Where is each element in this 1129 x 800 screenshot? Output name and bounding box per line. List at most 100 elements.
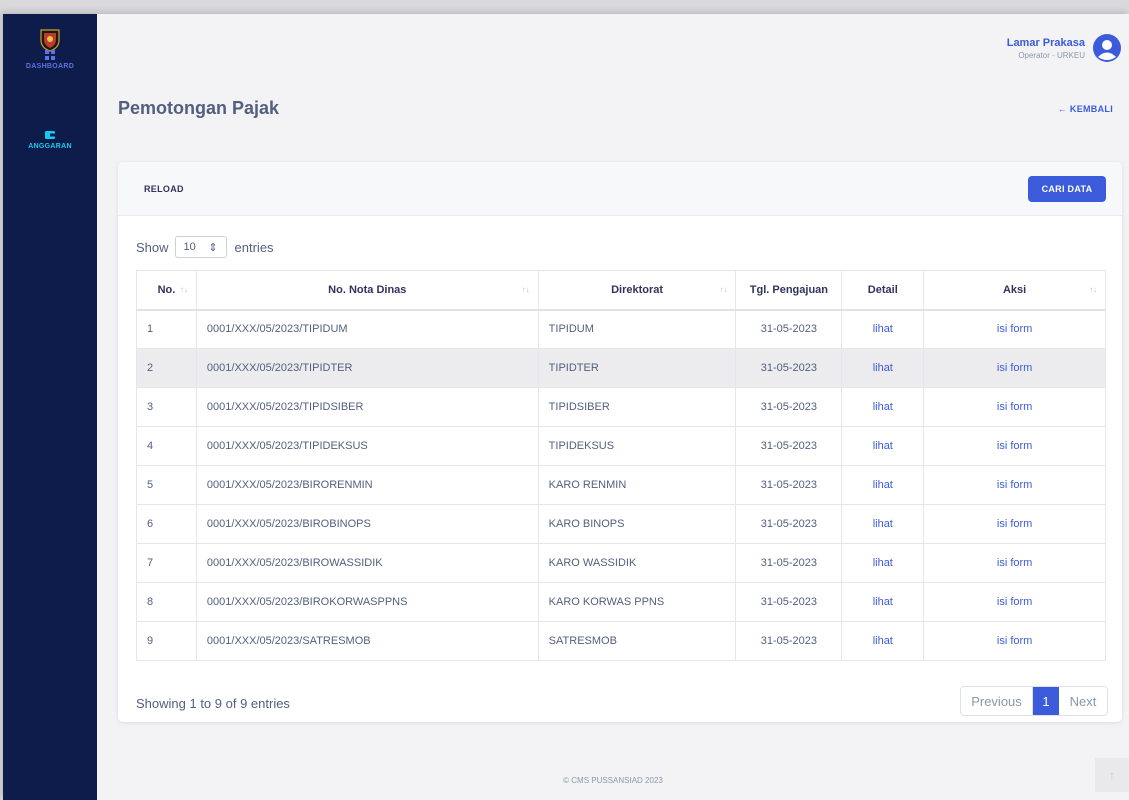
table-row: 8 0001/XXX/05/2023/BIROKORWASPPNS KARO K… [136, 582, 1106, 622]
cell-tgl-pengajuan: 31-05-2023 [735, 582, 843, 622]
detail-link[interactable]: lihat [841, 504, 925, 544]
next-page-button[interactable]: Next [1059, 687, 1107, 715]
pagination: Previous 1 Next [960, 686, 1108, 716]
cell-tgl-pengajuan: 31-05-2023 [735, 504, 843, 544]
sort-icon: ↑↓ [719, 285, 728, 294]
cell-no: 4 [136, 426, 197, 466]
cell-nota-dinas: 0001/XXX/05/2023/BIRORENMIN [195, 465, 539, 505]
cell-no: 5 [136, 465, 197, 505]
detail-link[interactable]: lihat [841, 348, 925, 388]
table-header-row: No. ↑↓ No. Nota Dinas ↑↓ Direktorat ↑↓ Tgl.… [136, 270, 1106, 311]
table-row: 6 0001/XXX/05/2023/BIROBINOPS KARO BINOP… [136, 504, 1106, 544]
isi-form-link[interactable]: isi form [923, 543, 1106, 583]
cell-tgl-pengajuan: 31-05-2023 [735, 465, 843, 505]
app-window: DASHBOARD ANGGARAN Lamar Prakasa Operato… [3, 14, 1129, 800]
back-link[interactable]: ← KEMBALI [1058, 104, 1113, 114]
cell-nota-dinas: 0001/XXX/05/2023/BIROBINOPS [195, 504, 539, 544]
table-row: 4 0001/XXX/05/2023/TIPIDEKSUS TIPIDEKSUS… [136, 426, 1106, 466]
sidebar-item-anggaran[interactable]: ANGGARAN [3, 130, 97, 150]
table-row: 3 0001/XXX/05/2023/TIPIDSIBER TIPIDSIBER… [136, 387, 1106, 427]
cell-tgl-pengajuan: 31-05-2023 [735, 426, 843, 466]
cell-direktorat: SATRESMOB [537, 621, 737, 661]
show-label: Show [136, 239, 169, 255]
previous-page-button[interactable]: Previous [961, 687, 1033, 715]
cell-no: 3 [136, 387, 197, 427]
cell-tgl-pengajuan: 31-05-2023 [735, 543, 843, 583]
sort-icon: ↑↓ [1089, 285, 1097, 294]
entries-length-control: Show 10 ⇕ entries [136, 236, 274, 258]
isi-form-link[interactable]: isi form [923, 621, 1106, 661]
sidebar-item-dashboard[interactable]: DASHBOARD [3, 50, 97, 70]
arrow-up-icon: ↑ [1109, 768, 1115, 782]
detail-link[interactable]: lihat [841, 582, 925, 622]
sidebar: DASHBOARD ANGGARAN [3, 14, 97, 800]
sidebar-item-label: DASHBOARD [25, 63, 75, 70]
detail-link[interactable]: lihat [841, 426, 925, 466]
sort-icon: ↑↓ [521, 285, 530, 294]
isi-form-link[interactable]: isi form [923, 348, 1106, 388]
table-info: Showing 1 to 9 of 9 entries [136, 696, 290, 711]
data-table: No. ↑↓ No. Nota Dinas ↑↓ Direktorat ↑↓ Tgl.… [136, 270, 1106, 661]
table-row: 5 0001/XXX/05/2023/BIRORENMIN KARO RENMI… [136, 465, 1106, 505]
cell-direktorat: TIPIDUM [537, 309, 737, 349]
table-row: 2 0001/XXX/05/2023/TIPIDTER TIPIDTER 31-… [136, 348, 1106, 388]
column-header-direktorat[interactable]: Direktorat ↑↓ [537, 270, 737, 311]
entries-value: 10 [183, 241, 196, 253]
detail-link[interactable]: lihat [841, 387, 925, 427]
detail-link[interactable]: lihat [841, 543, 925, 583]
search-data-button[interactable]: CARI DATA [1028, 176, 1106, 202]
cell-tgl-pengajuan: 31-05-2023 [735, 387, 843, 427]
cell-tgl-pengajuan: 31-05-2023 [735, 348, 843, 388]
cell-direktorat: TIPIDSIBER [537, 387, 737, 427]
entries-label: entries [234, 239, 274, 255]
sidebar-item-label: ANGGARAN [28, 143, 72, 150]
column-header-aksi[interactable]: Aksi ↑↓ [923, 270, 1106, 311]
cell-nota-dinas: 0001/XXX/05/2023/TIPIDEKSUS [195, 426, 539, 466]
user-name: Lamar Prakasa [1006, 36, 1085, 49]
detail-link[interactable]: lihat [841, 621, 925, 661]
cell-nota-dinas: 0001/XXX/05/2023/BIROKORWASPPNS [195, 582, 539, 622]
isi-form-link[interactable]: isi form [923, 387, 1106, 427]
column-header-tgl-pengajuan[interactable]: Tgl. Pengajuan [735, 270, 843, 311]
card-header: RELOAD CARI DATA [118, 162, 1122, 216]
isi-form-link[interactable]: isi form [923, 465, 1106, 505]
cell-direktorat: KARO WASSIDIK [537, 543, 737, 583]
page-1-button[interactable]: 1 [1033, 687, 1059, 715]
column-header-nota-dinas[interactable]: No. Nota Dinas ↑↓ [195, 270, 539, 311]
cell-direktorat: TIPIDEKSUS [537, 426, 737, 466]
user-circle-icon [1093, 34, 1121, 62]
cell-no: 8 [136, 582, 197, 622]
footer-copyright: © CMS PUSSANSIAD 2023 [563, 776, 663, 785]
table-row: 9 0001/XXX/05/2023/SATRESMOB SATRESMOB 3… [136, 621, 1106, 661]
detail-link[interactable]: lihat [841, 465, 925, 505]
isi-form-link[interactable]: isi form [923, 504, 1106, 544]
reload-button[interactable]: RELOAD [144, 184, 184, 194]
police-emblem-logo [40, 29, 60, 52]
select-arrows-icon: ⇕ [208, 241, 218, 254]
cell-no: 7 [136, 543, 197, 583]
cell-nota-dinas: 0001/XXX/05/2023/TIPIDTER [195, 348, 539, 388]
scroll-to-top-button[interactable]: ↑ [1095, 758, 1129, 792]
cell-no: 9 [136, 621, 197, 661]
cell-direktorat: KARO KORWAS PPNS [537, 582, 737, 622]
column-header-detail[interactable]: Detail [841, 270, 925, 311]
data-card: RELOAD CARI DATA Show 10 ⇕ entries No. ↑↓… [118, 162, 1122, 722]
isi-form-link[interactable]: isi form [923, 426, 1106, 466]
entries-select[interactable]: 10 ⇕ [174, 236, 227, 258]
wallet-icon [45, 131, 55, 139]
column-header-no[interactable]: No. ↑↓ [136, 270, 197, 311]
isi-form-link[interactable]: isi form [923, 582, 1106, 622]
cell-nota-dinas: 0001/XXX/05/2023/SATRESMOB [195, 621, 539, 661]
detail-link[interactable]: lihat [841, 309, 925, 349]
cell-direktorat: TIPIDTER [537, 348, 737, 388]
cell-direktorat: KARO RENMIN [537, 465, 737, 505]
user-role: Operator - URKEU [1018, 50, 1085, 60]
isi-form-link[interactable]: isi form [923, 309, 1106, 349]
cell-direktorat: KARO BINOPS [537, 504, 737, 544]
grid-icon [45, 50, 55, 60]
cell-nota-dinas: 0001/XXX/05/2023/TIPIDSIBER [195, 387, 539, 427]
cell-no: 1 [136, 309, 197, 349]
cell-tgl-pengajuan: 31-05-2023 [735, 621, 843, 661]
user-menu[interactable]: Lamar Prakasa Operator - URKEU [1007, 30, 1121, 66]
cell-no: 6 [136, 504, 197, 544]
